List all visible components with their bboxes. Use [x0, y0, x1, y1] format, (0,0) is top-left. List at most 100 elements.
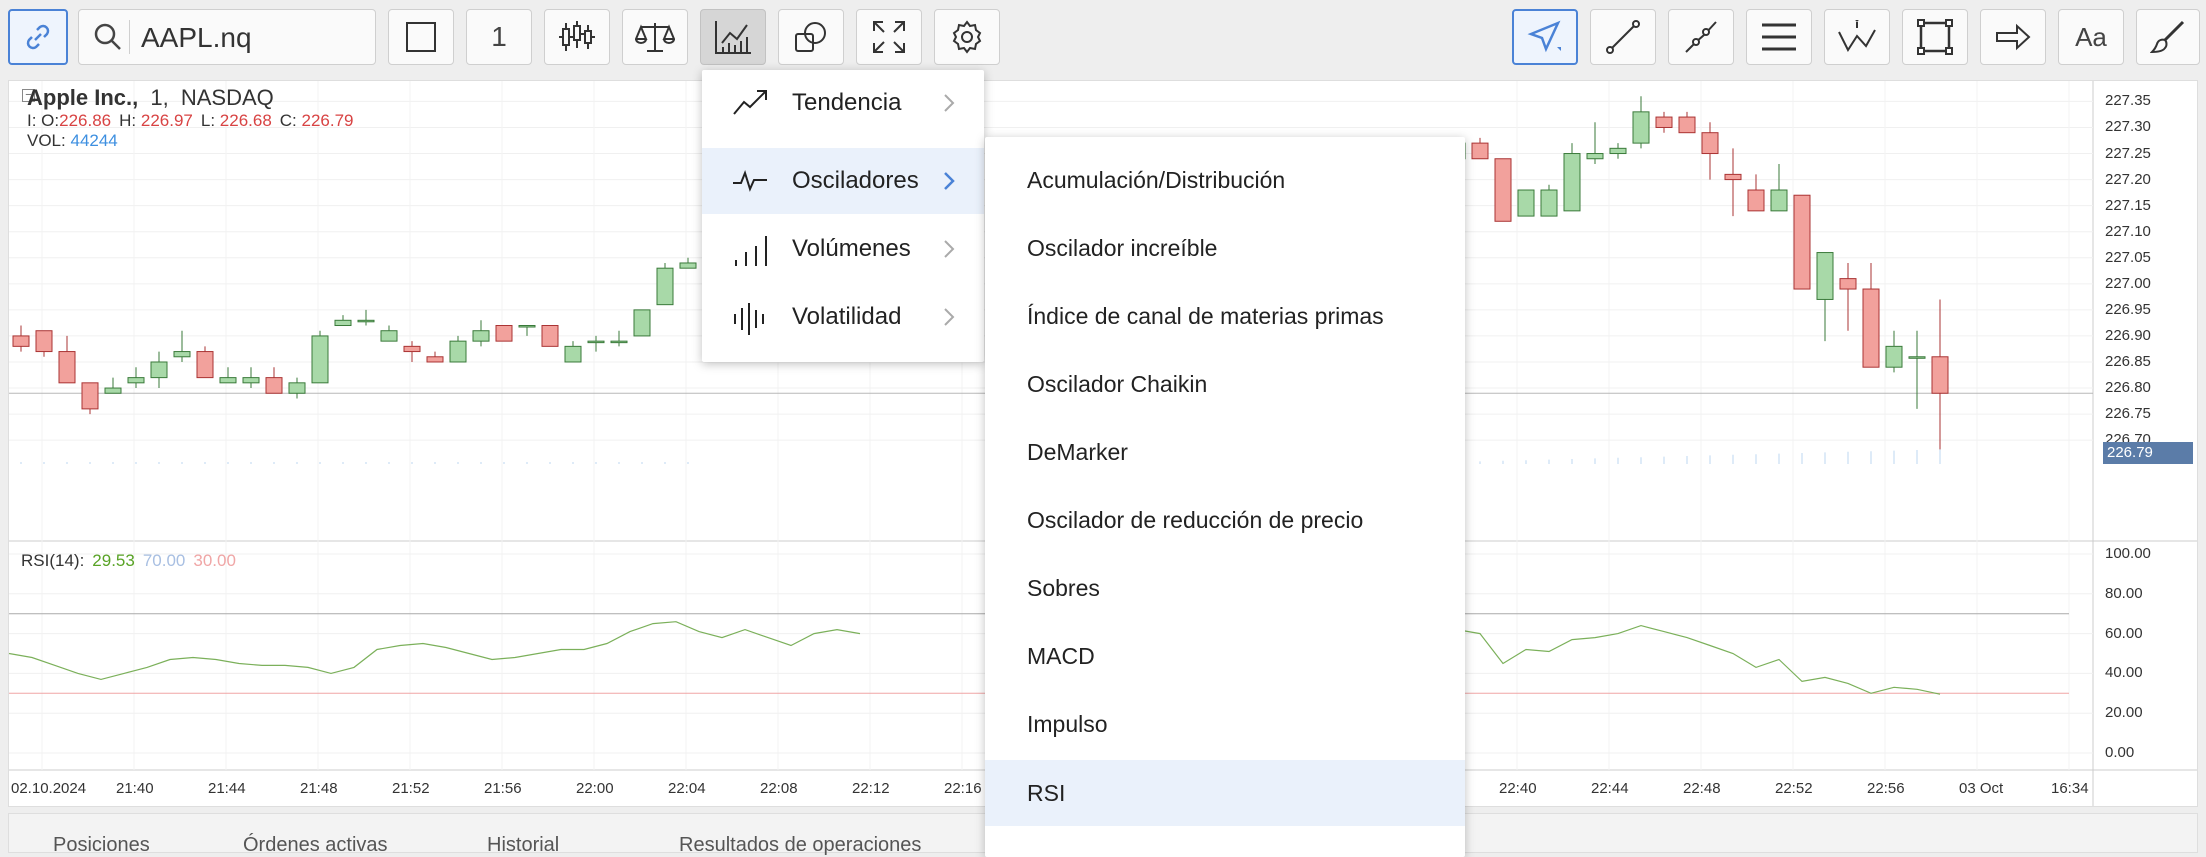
text-button[interactable]: Aa [2058, 9, 2124, 65]
candle-body [1747, 189, 1765, 212]
menu-item-rsi[interactable]: RSI [985, 760, 1465, 826]
menu-item-trend[interactable]: Tendencia [702, 70, 984, 136]
candle-body [633, 309, 651, 337]
candle-body [1770, 189, 1788, 212]
search-input[interactable]: AAPL.nq [141, 20, 252, 56]
menu-item-volatility[interactable]: Volatilidad [702, 284, 984, 350]
menu-item-volumes[interactable]: Volúmenes [702, 216, 984, 282]
link-icon [26, 24, 50, 50]
symbol-name: Apple Inc., [27, 85, 139, 110]
rsi-tick-label: 0.00 [2105, 744, 2135, 761]
time-tick-label: 21:56 [484, 780, 522, 797]
time-tick-label: 02.10.2024 [11, 780, 87, 797]
rsi-lower: 30.00 [193, 551, 236, 570]
oscillators-submenu: Acumulación/Distribución Oscilador incre… [985, 137, 1465, 857]
rsi-tick-label: 40.00 [2105, 664, 2143, 682]
candle-body [1678, 116, 1696, 134]
menu-item-macd[interactable]: MACD [985, 623, 1465, 689]
time-tick-label: 22:12 [852, 780, 890, 797]
search-icon [94, 23, 121, 50]
rsi-tick-label: 60.00 [2105, 624, 2143, 642]
menu-item-awesome-oscillator[interactable]: Oscilador increíble [985, 215, 1465, 281]
candle-body [495, 325, 513, 342]
candle-body [1862, 288, 1880, 368]
candle-body [587, 340, 605, 344]
price-tick-label: 227.10 [2105, 222, 2151, 240]
toolbar: AAPL.nq 1 Aa [0, 0, 2206, 78]
menu-item-accumulation-distribution[interactable]: Acumulación/Distribución [985, 147, 1465, 213]
price-tick-label: 227.20 [2105, 170, 2151, 188]
chart-type-button[interactable] [388, 9, 454, 65]
candle-body [564, 345, 582, 363]
candle-body [219, 377, 237, 384]
indicators-button[interactable] [700, 9, 766, 65]
compare-button[interactable] [622, 9, 688, 65]
candle-body [150, 361, 168, 379]
brush-button[interactable] [2136, 9, 2200, 65]
candle-body [334, 319, 352, 327]
candle-body [173, 351, 191, 358]
rsi-line [1456, 624, 1941, 695]
candle-body [380, 330, 398, 342]
settings-button[interactable] [934, 9, 1000, 65]
candle-body [1724, 173, 1742, 181]
price-tick-label: 226.80 [2105, 379, 2151, 397]
candles-button[interactable] [544, 9, 610, 65]
menu-item-cci[interactable]: Índice de canal de materias primas [985, 283, 1465, 349]
chevron-right-icon [944, 94, 955, 112]
menu-item-label: Volatilidad [792, 303, 902, 330]
low-value: 226.68 [219, 111, 272, 130]
trend-icon [733, 90, 767, 115]
ohlc-values: I: O:226.86 H: 226.97 L: 226.68 C: 226.79 [27, 111, 362, 131]
close-value: 226.79 [301, 111, 354, 130]
exchange-text: NASDAQ [180, 85, 274, 110]
high-value: 226.97 [140, 111, 193, 130]
arrow-button[interactable] [1980, 9, 2046, 65]
candle-body [58, 351, 76, 384]
interval-button[interactable]: 1 [466, 9, 532, 65]
menu-item-momentum[interactable]: Impulso [985, 691, 1465, 757]
shapes-button[interactable] [778, 9, 844, 65]
rectangle-button[interactable] [1902, 9, 1968, 65]
time-tick-label: 22:56 [1867, 780, 1905, 797]
candle-body [1471, 142, 1489, 160]
menu-item-price-oscillator[interactable]: Oscilador de reducción de precio [985, 487, 1465, 553]
candle-body [610, 340, 628, 344]
menu-item-oscillators[interactable]: Osciladores [702, 148, 984, 214]
polyline-button[interactable] [1668, 9, 1734, 65]
menu-item-label: Volúmenes [792, 235, 911, 262]
volume-values: VOL: 44244 [27, 131, 362, 151]
candle-body [541, 325, 559, 347]
candle-body [288, 382, 306, 394]
candle-body [656, 267, 674, 306]
symbol-search[interactable]: AAPL.nq [78, 9, 376, 65]
price-tick-label: 227.00 [2105, 274, 2151, 292]
trendline-button[interactable] [1590, 9, 1656, 65]
chevron-right-icon [944, 308, 955, 326]
menu-item-chaikin[interactable]: Oscilador Chaikin [985, 351, 1465, 417]
scales-icon [635, 23, 675, 52]
annotation-icon [1838, 20, 1876, 53]
rsi-upper: 70.00 [142, 551, 186, 570]
candle-body [1540, 189, 1558, 217]
candle-body [472, 330, 490, 342]
menu-item-demarker[interactable]: DeMarker [985, 419, 1465, 485]
candle-body [1655, 116, 1673, 128]
volume-value: 44244 [70, 131, 118, 150]
fullscreen-button[interactable] [856, 9, 922, 65]
candle-body [1908, 356, 1926, 359]
horizontal-lines-button[interactable] [1746, 9, 1812, 65]
cursor-button[interactable] [1512, 9, 1578, 65]
fullscreen-icon [873, 21, 905, 53]
cursor-icon [1527, 20, 1561, 53]
link-button[interactable] [8, 9, 68, 65]
price-tick-label: 226.95 [2105, 300, 2151, 318]
candle-body [104, 387, 122, 394]
time-tick-label: 16:34 [2051, 780, 2089, 797]
price-tick-label: 227.05 [2105, 248, 2151, 266]
rsi-label: RSI(14): [21, 551, 85, 570]
time-tick-label: 03 Oct [1959, 780, 2004, 797]
annotation-button[interactable] [1824, 9, 1890, 65]
menu-item-envelopes[interactable]: Sobres [985, 555, 1465, 621]
time-tick-label: 21:44 [208, 780, 246, 797]
